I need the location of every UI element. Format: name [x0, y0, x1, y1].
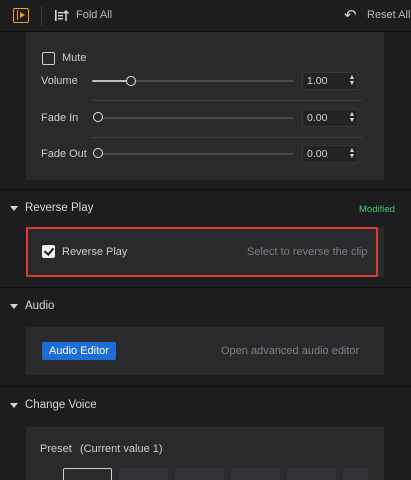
divider	[92, 137, 362, 138]
preset-tile[interactable]	[63, 468, 112, 480]
preset-tile[interactable]	[119, 468, 168, 480]
fade-in-slider-track[interactable]	[100, 117, 294, 119]
section-divider	[0, 287, 411, 288]
toolbar-divider	[41, 6, 42, 26]
reverse-play-hint: Select to reverse the clip	[247, 246, 368, 258]
preset-tile[interactable]	[231, 468, 280, 480]
audio-editor-hint: Open advanced audio editor	[221, 345, 360, 357]
fold-all-button[interactable]: Fold All	[76, 9, 112, 21]
preset-tile[interactable]	[175, 468, 224, 480]
fade-out-slider-track[interactable]	[100, 153, 294, 155]
collapse-arrow-icon[interactable]	[10, 304, 18, 309]
volume-slider-handle[interactable]	[126, 76, 136, 86]
section-divider	[0, 386, 411, 387]
panel-toggle-icon[interactable]	[13, 8, 29, 23]
fade-out-stepper[interactable]: ▲ ▼	[348, 147, 356, 160]
undo-icon[interactable]: ↶	[344, 8, 357, 23]
audio-editor-button[interactable]: Audio Editor	[42, 342, 116, 360]
fade-out-label: Fade Out	[41, 148, 87, 160]
change-voice-section-title[interactable]: Change Voice	[25, 399, 97, 411]
mute-label: Mute	[62, 52, 87, 64]
volume-label: Volume	[41, 75, 78, 87]
fade-out-slider-handle[interactable]	[93, 148, 103, 158]
reset-all-button[interactable]: Reset All	[367, 9, 410, 21]
preset-tile[interactable]	[343, 468, 368, 480]
collapse-arrow-icon[interactable]	[10, 206, 18, 211]
reverse-play-checkbox[interactable]	[42, 245, 55, 258]
preset-current-value: (Current value 1)	[80, 443, 163, 455]
reverse-play-checkbox-label: Reverse Play	[62, 246, 128, 258]
volume-stepper[interactable]: ▲ ▼	[348, 74, 356, 87]
preset-label: Preset	[40, 443, 72, 455]
fade-in-label: Fade In	[41, 112, 79, 124]
preset-tile[interactable]	[287, 468, 336, 480]
mute-checkbox[interactable]	[42, 52, 55, 65]
fold-all-icon[interactable]	[55, 9, 69, 22]
collapse-arrow-icon[interactable]	[10, 403, 18, 408]
reverse-play-section-title[interactable]: Reverse Play	[25, 202, 93, 214]
fade-in-slider-handle[interactable]	[93, 112, 103, 122]
fade-in-stepper[interactable]: ▲ ▼	[348, 111, 356, 124]
divider	[92, 100, 362, 101]
audio-section-title[interactable]: Audio	[25, 300, 54, 312]
modified-badge: Modified	[359, 204, 395, 215]
volume-slider-fill	[92, 80, 130, 82]
section-divider	[0, 189, 411, 190]
